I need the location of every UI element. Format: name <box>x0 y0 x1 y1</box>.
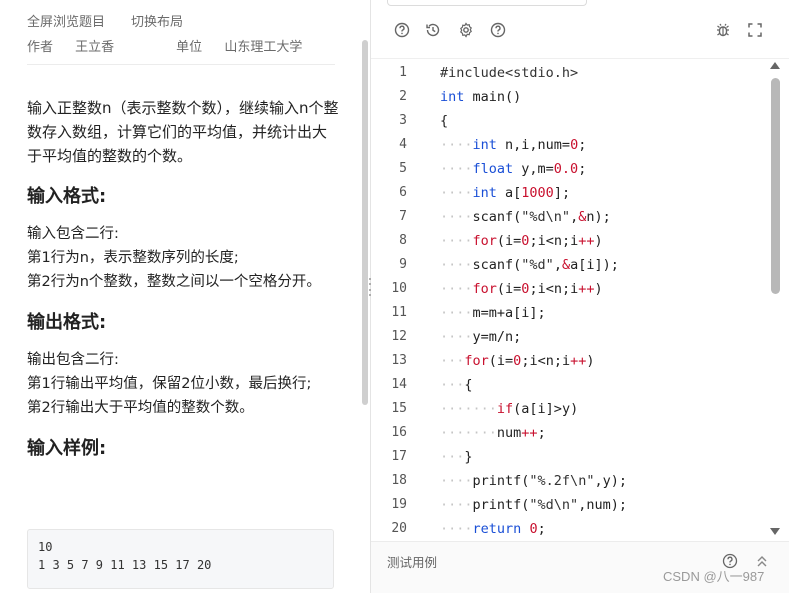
code-line[interactable]: ····scanf("%d",&a[i]); <box>440 253 619 277</box>
input-format-line: 输入包含二行: <box>27 226 119 242</box>
author-field: 作者 王立香 <box>27 35 132 60</box>
editor-scrollbar-thumb[interactable] <box>771 78 780 294</box>
output-format-line: 第2行输出大于平均值的整数个数。 <box>27 400 254 416</box>
unit-value: 山东理工大学 <box>224 40 303 55</box>
code-line[interactable]: ···} <box>440 445 473 469</box>
line-number: 20 <box>391 521 407 536</box>
code-editor[interactable]: 1 2 3 4 5 6 7 8 9 10 11 12 13 14 15 16 1… <box>371 61 789 541</box>
code-line[interactable]: ····printf("%.2f\n",y); <box>440 469 627 493</box>
line-number: 3 <box>399 113 407 128</box>
gear-icon[interactable] <box>457 21 475 39</box>
line-number: 9 <box>399 257 407 272</box>
code-line[interactable]: ····printf("%d\n",num); <box>440 493 627 517</box>
input-format-title: 输入格式: <box>27 186 107 207</box>
problem-body: 输入正整数n（表示整数个数），继续输入n个整数存入数组，计算它们的平均值，并统计… <box>27 96 339 474</box>
code-line[interactable]: ····int a[1000]; <box>440 181 570 205</box>
line-number: 17 <box>391 449 407 464</box>
line-number: 6 <box>399 185 407 200</box>
problem-scrollbar[interactable] <box>362 40 368 405</box>
problem-pane: 全屏浏览题目 切换布局 作者 王立香 单位 山东理工大学 输入正整数n（表示整数… <box>0 0 362 593</box>
unit-field: 单位 山东理工大学 <box>176 35 320 60</box>
code-line[interactable]: int main() <box>440 85 521 109</box>
code-line[interactable]: ····return 0; <box>440 517 546 541</box>
app-root: 全屏浏览题目 切换布局 作者 王立香 单位 山东理工大学 输入正整数n（表示整数… <box>0 0 789 593</box>
history-icon[interactable] <box>424 21 442 39</box>
question-icon[interactable] <box>489 21 507 39</box>
line-number: 7 <box>399 209 407 224</box>
unit-label: 单位 <box>176 40 203 55</box>
line-number: 4 <box>399 137 407 152</box>
help-circle-icon[interactable] <box>393 21 411 39</box>
code-line[interactable]: ····for(i=0;i<n;i++) <box>440 277 603 301</box>
line-number-gutter: 1 2 3 4 5 6 7 8 9 10 11 12 13 14 15 16 1… <box>371 61 423 541</box>
code-line[interactable]: ····scanf("%d\n",&n); <box>440 205 611 229</box>
bug-icon[interactable] <box>714 21 732 39</box>
code-line[interactable]: ···for(i=0;i<n;i++) <box>440 349 595 373</box>
author-label: 作者 <box>27 40 54 55</box>
csdn-watermark: CSDN @八一987 <box>663 569 765 584</box>
line-number: 5 <box>399 161 407 176</box>
code-line[interactable]: ·······if(a[i]>y) <box>440 397 578 421</box>
line-number: 11 <box>391 305 407 320</box>
code-line[interactable]: #include<stdio.h> <box>440 61 578 85</box>
line-number: 2 <box>399 89 407 104</box>
code-line[interactable]: ·······num++; <box>440 421 546 445</box>
code-line[interactable]: ····for(i=0;i<n;i++) <box>440 229 603 253</box>
scroll-up-arrow-icon[interactable] <box>770 62 780 69</box>
line-number: 18 <box>391 473 407 488</box>
line-number: 12 <box>391 329 407 344</box>
author-value: 王立香 <box>75 40 115 55</box>
line-number: 14 <box>391 377 407 392</box>
output-format-body: 输出包含二行: 第1行输出平均值，保留2位小数，最后换行; 第2行输出大于平均值… <box>27 348 339 420</box>
input-format-line: 第2行为n个整数，整数之间以一个空格分开。 <box>27 274 321 290</box>
fullscreen-icon[interactable] <box>746 21 764 39</box>
line-number: 15 <box>391 401 407 416</box>
toolbar-divider <box>371 58 789 59</box>
code-line[interactable]: ····m=m+a[i]; <box>440 301 546 325</box>
output-format-line: 第1行输出平均值，保留2位小数，最后换行; <box>27 376 312 392</box>
line-number: 19 <box>391 497 407 512</box>
sample-input-title: 输入样例: <box>27 438 107 459</box>
meta-divider <box>27 64 335 65</box>
input-format-body: 输入包含二行: 第1行为n，表示整数序列的长度; 第2行为n个整数，整数之间以一… <box>27 222 339 294</box>
output-format-title: 输出格式: <box>27 312 107 333</box>
line-number: 1 <box>399 65 407 80</box>
sample-line: 10 <box>38 540 53 554</box>
input-format-line: 第1行为n，表示整数序列的长度; <box>27 250 239 266</box>
code-line[interactable]: ···{ <box>440 373 473 397</box>
switch-layout-link[interactable]: 切换布局 <box>131 10 183 35</box>
line-number: 10 <box>391 281 407 296</box>
output-format-line: 输出包含二行: <box>27 352 119 368</box>
editor-pane: 1 2 3 4 5 6 7 8 9 10 11 12 13 14 15 16 1… <box>371 0 789 593</box>
test-cases-label[interactable]: 测试用例 <box>387 552 437 571</box>
problem-description: 输入正整数n（表示整数个数），继续输入n个整数存入数组，计算它们的平均值，并统计… <box>27 99 339 165</box>
scroll-down-arrow-icon[interactable] <box>770 528 780 535</box>
sample-line: 1 3 5 7 9 11 13 15 17 20 <box>38 558 212 572</box>
code-line[interactable]: { <box>440 109 448 133</box>
sample-input-box[interactable]: 10 1 3 5 7 9 11 13 15 17 20 <box>27 529 334 589</box>
code-line[interactable]: ····int n,i,num=0; <box>440 133 586 157</box>
line-number: 16 <box>391 425 407 440</box>
code-line[interactable]: ····float y,m=0.0; <box>440 157 586 181</box>
line-number: 8 <box>399 233 407 248</box>
problem-meta: 全屏浏览题目 切换布局 作者 王立香 单位 山东理工大学 <box>27 10 338 60</box>
line-number: 13 <box>391 353 407 368</box>
code-line[interactable]: ····y=m/n; <box>440 325 521 349</box>
fullscreen-link[interactable]: 全屏浏览题目 <box>27 10 105 35</box>
editor-toolbar <box>371 0 789 58</box>
